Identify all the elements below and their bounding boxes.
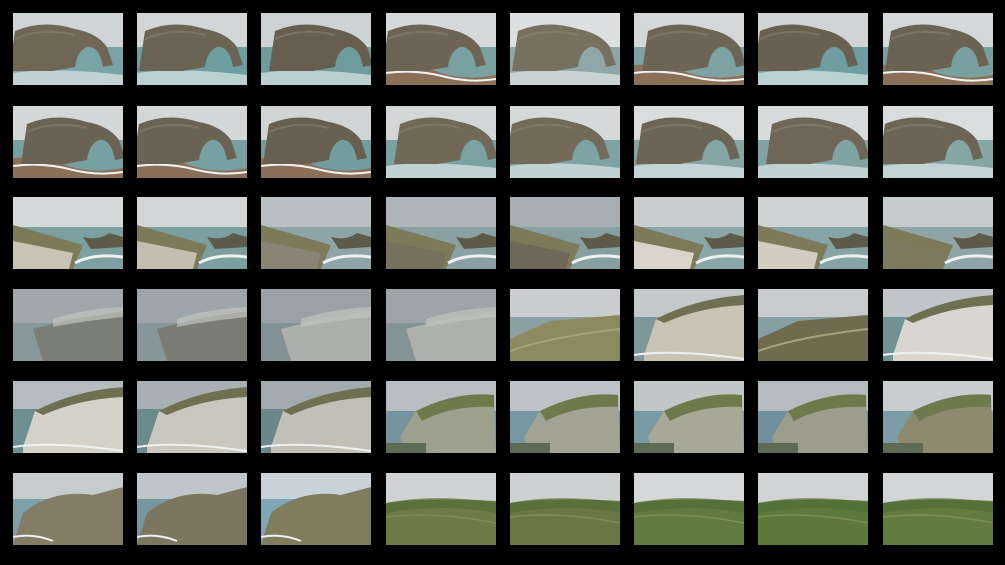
photo-thumbnail[interactable]: [13, 289, 123, 361]
thumbnail-image: [634, 289, 744, 361]
thumbnail-image: [261, 473, 371, 545]
thumbnail-image: [883, 381, 993, 453]
thumbnail-image: [137, 13, 247, 85]
photo-thumbnail[interactable]: [510, 473, 620, 545]
photo-thumbnail[interactable]: [758, 381, 868, 453]
thumbnail-image: [13, 289, 123, 361]
photo-thumbnail[interactable]: [883, 289, 993, 361]
photo-thumbnail[interactable]: [883, 473, 993, 545]
photo-thumbnail[interactable]: [386, 381, 496, 453]
thumbnail-image: [137, 197, 247, 269]
thumbnail-image: [510, 106, 620, 178]
thumbnail-image: [758, 13, 868, 85]
thumbnail-image: [13, 381, 123, 453]
photo-thumbnail[interactable]: [261, 473, 371, 545]
thumbnail-image: [386, 381, 496, 453]
thumbnail-image: [386, 473, 496, 545]
thumbnail-image: [261, 381, 371, 453]
photo-thumbnail[interactable]: [137, 289, 247, 361]
thumbnail-image: [510, 381, 620, 453]
photo-thumbnail[interactable]: [13, 381, 123, 453]
photo-thumbnail[interactable]: [137, 473, 247, 545]
photo-thumbnail[interactable]: [634, 13, 744, 85]
thumbnail-image: [261, 13, 371, 85]
photo-thumbnail[interactable]: [758, 473, 868, 545]
thumbnail-image: [13, 197, 123, 269]
photo-thumbnail[interactable]: [137, 13, 247, 85]
thumbnail-image: [137, 106, 247, 178]
thumbnail-image: [510, 473, 620, 545]
thumbnail-image: [137, 289, 247, 361]
thumbnail-image: [883, 473, 993, 545]
thumbnail-image: [13, 106, 123, 178]
photo-thumbnail[interactable]: [634, 473, 744, 545]
thumbnail-image: [386, 289, 496, 361]
thumbnail-image: [634, 381, 744, 453]
photo-thumbnail[interactable]: [883, 13, 993, 85]
photo-thumbnail[interactable]: [634, 197, 744, 269]
photo-thumbnail[interactable]: [634, 106, 744, 178]
photo-thumbnail[interactable]: [13, 106, 123, 178]
photo-thumbnail[interactable]: [261, 381, 371, 453]
thumbnail-image: [758, 473, 868, 545]
photo-thumbnail[interactable]: [386, 13, 496, 85]
photo-thumbnail[interactable]: [13, 13, 123, 85]
thumbnail-image: [13, 13, 123, 85]
thumbnail-image: [510, 197, 620, 269]
photo-thumbnail[interactable]: [261, 197, 371, 269]
photo-thumbnail[interactable]: [510, 106, 620, 178]
photo-thumbnail[interactable]: [510, 289, 620, 361]
photo-thumbnail[interactable]: [13, 473, 123, 545]
thumbnail-image: [758, 381, 868, 453]
photo-thumbnail[interactable]: [758, 106, 868, 178]
photo-thumbnail[interactable]: [758, 289, 868, 361]
thumbnail-image: [634, 106, 744, 178]
thumbnail-image: [883, 106, 993, 178]
contact-sheet: [0, 0, 1005, 565]
photo-thumbnail[interactable]: [510, 197, 620, 269]
thumbnail-image: [510, 289, 620, 361]
thumbnail-image: [386, 197, 496, 269]
thumbnail-image: [13, 473, 123, 545]
photo-thumbnail[interactable]: [510, 13, 620, 85]
thumbnail-image: [758, 106, 868, 178]
thumbnail-image: [634, 473, 744, 545]
photo-thumbnail[interactable]: [386, 289, 496, 361]
thumbnail-image: [261, 106, 371, 178]
thumbnail-image: [883, 13, 993, 85]
photo-thumbnail[interactable]: [137, 106, 247, 178]
thumbnail-image: [137, 381, 247, 453]
photo-thumbnail[interactable]: [386, 106, 496, 178]
photo-thumbnail[interactable]: [883, 381, 993, 453]
photo-thumbnail[interactable]: [883, 106, 993, 178]
photo-thumbnail[interactable]: [137, 381, 247, 453]
photo-thumbnail[interactable]: [261, 106, 371, 178]
thumbnail-image: [758, 197, 868, 269]
thumbnail-image: [261, 289, 371, 361]
thumbnail-image: [137, 473, 247, 545]
photo-thumbnail[interactable]: [137, 197, 247, 269]
photo-thumbnail[interactable]: [883, 197, 993, 269]
photo-thumbnail[interactable]: [758, 197, 868, 269]
thumbnail-image: [758, 289, 868, 361]
thumbnail-image: [510, 13, 620, 85]
thumbnail-image: [883, 197, 993, 269]
photo-thumbnail[interactable]: [510, 381, 620, 453]
photo-thumbnail[interactable]: [386, 197, 496, 269]
thumbnail-image: [634, 197, 744, 269]
photo-thumbnail[interactable]: [261, 13, 371, 85]
photo-thumbnail[interactable]: [13, 197, 123, 269]
thumbnail-image: [386, 106, 496, 178]
photo-thumbnail[interactable]: [634, 381, 744, 453]
thumbnail-image: [883, 289, 993, 361]
photo-thumbnail[interactable]: [758, 13, 868, 85]
photo-thumbnail[interactable]: [386, 473, 496, 545]
thumbnail-image: [386, 13, 496, 85]
photo-thumbnail[interactable]: [261, 289, 371, 361]
photo-thumbnail[interactable]: [634, 289, 744, 361]
thumbnail-image: [261, 197, 371, 269]
thumbnail-image: [634, 13, 744, 85]
